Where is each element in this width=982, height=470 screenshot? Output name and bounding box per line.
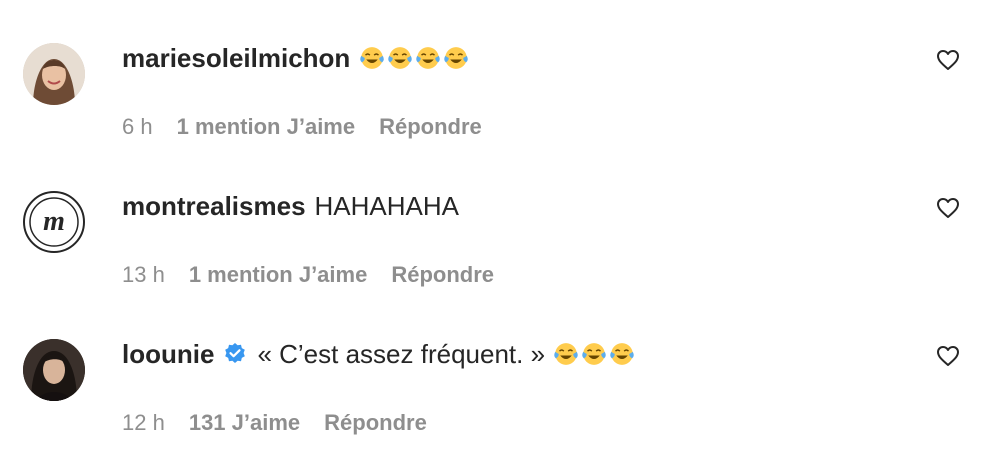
username[interactable]: mariesoleilmichon: [122, 43, 350, 74]
heart-icon[interactable]: [936, 345, 960, 367]
comment-text: « C’est assez fréquent. »: [257, 338, 546, 369]
timestamp[interactable]: 6 h: [122, 114, 153, 140]
avatar[interactable]: m: [23, 191, 85, 253]
reply-button[interactable]: Répondre: [324, 410, 427, 436]
likes-count[interactable]: 1 mention J’aime: [177, 114, 356, 140]
username[interactable]: loounie: [122, 339, 214, 370]
heart-icon[interactable]: [936, 197, 960, 219]
face-with-tears-of-joy-icon: [415, 45, 441, 71]
emoji-group: [553, 341, 637, 367]
comment-item: mariesoleilmichon 6 h 1 mention J’aime R…: [0, 26, 982, 174]
likes-count[interactable]: 131 J’aime: [189, 410, 300, 436]
reply-button[interactable]: Répondre: [379, 114, 482, 140]
face-with-tears-of-joy-icon: [553, 341, 579, 367]
face-with-tears-of-joy-icon: [359, 45, 385, 71]
comment-line: montrealismes HAHAHAHA: [122, 186, 459, 226]
comment-line: loounie « C’est assez fréquent. »: [122, 334, 637, 374]
comment-line: mariesoleilmichon: [122, 38, 471, 78]
montrealismes-logo-icon: m: [29, 197, 79, 247]
comment-text: HAHAHAHA: [314, 190, 460, 221]
face-with-tears-of-joy-icon: [609, 341, 635, 367]
svg-text:m: m: [43, 206, 65, 237]
face-with-tears-of-joy-icon: [443, 45, 469, 71]
heart-icon[interactable]: [936, 49, 960, 71]
comment-meta: 13 h 1 mention J’aime Répondre: [122, 260, 494, 290]
verified-badge-icon: [225, 343, 246, 363]
timestamp[interactable]: 12 h: [122, 410, 165, 436]
likes-count[interactable]: 1 mention J’aime: [189, 262, 368, 288]
timestamp[interactable]: 13 h: [122, 262, 165, 288]
comment-meta: 6 h 1 mention J’aime Répondre: [122, 112, 482, 142]
avatar[interactable]: [23, 339, 85, 401]
face-with-tears-of-joy-icon: [581, 341, 607, 367]
comment-item: m montrealismes HAHAHAHA 13 h 1 mention …: [0, 174, 982, 322]
comment-meta: 12 h 131 J’aime Répondre: [122, 408, 427, 438]
emoji-group: [359, 45, 471, 71]
reply-button[interactable]: Répondre: [391, 262, 494, 288]
avatar-photo: [23, 339, 85, 401]
avatar[interactable]: [23, 43, 85, 105]
face-with-tears-of-joy-icon: [387, 45, 413, 71]
avatar-photo: [23, 43, 85, 105]
username[interactable]: montrealismes: [122, 191, 306, 222]
